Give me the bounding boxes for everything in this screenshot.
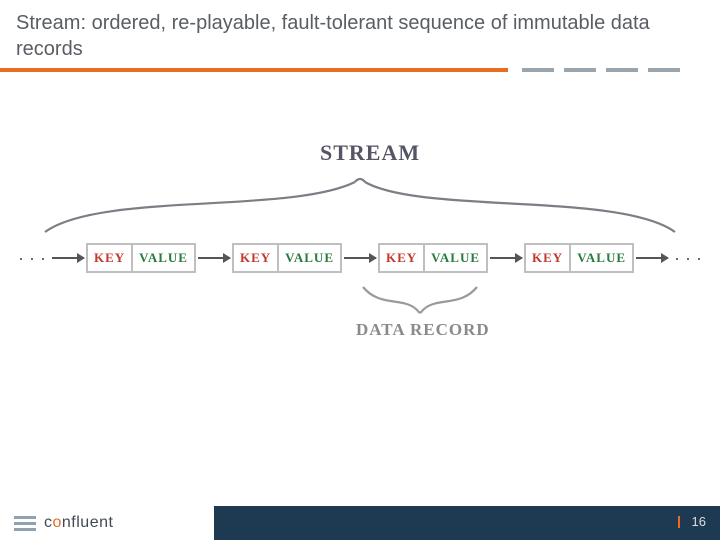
arrow-icon [636,257,668,259]
ellipsis-left: · · · [18,248,46,269]
stream-brace-icon [40,174,680,234]
page-number: 16 [692,514,706,529]
footer: confluent 16 [0,506,720,540]
data-record-label: DATA RECORD [356,320,490,340]
value-label: VALUE [577,250,626,266]
arrow-icon [490,257,522,259]
title-underline [0,68,720,72]
data-record: KEY VALUE [86,243,196,273]
key-label: KEY [240,250,271,266]
key-label: KEY [386,250,417,266]
ellipsis-right: · · · [674,248,702,269]
record-row: · · · KEY VALUE KEY VALUE KEY VALUE KEY … [0,240,720,276]
logo-icon [14,516,36,531]
value-label: VALUE [285,250,334,266]
record-brace-icon [360,284,480,314]
data-record: KEY VALUE [232,243,342,273]
arrow-icon [344,257,376,259]
stream-label: STREAM [320,140,420,166]
data-record: KEY VALUE [378,243,488,273]
value-label: VALUE [431,250,480,266]
arrow-icon [198,257,230,259]
brand-name: confluent [44,514,113,532]
key-label: KEY [532,250,563,266]
data-record: KEY VALUE [524,243,634,273]
key-label: KEY [94,250,125,266]
slide-title: Stream: ordered, re-playable, fault-tole… [16,10,656,62]
value-label: VALUE [139,250,188,266]
brand: confluent [0,506,214,540]
stream-diagram: STREAM · · · KEY VALUE KEY VALUE KEY VAL… [0,140,720,380]
arrow-icon [52,257,84,259]
